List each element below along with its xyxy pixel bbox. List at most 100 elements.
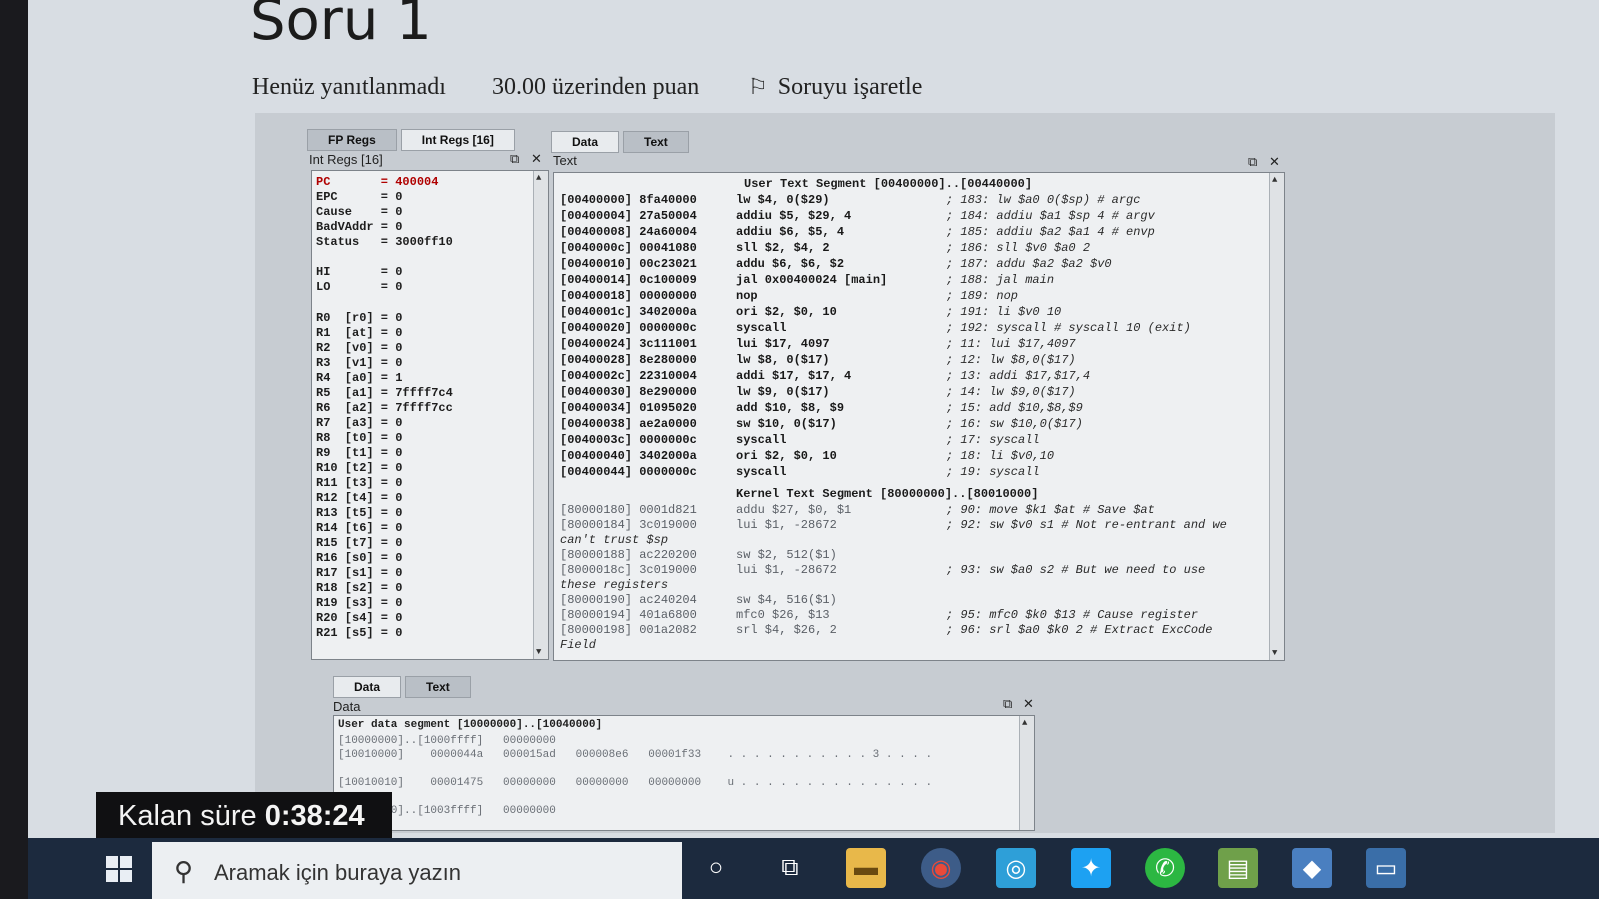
flag-question-label: Soruyu işaretle — [777, 74, 923, 100]
tab-text[interactable]: Text — [623, 131, 689, 153]
text-caption: Text — [553, 153, 577, 168]
tab-int-regs[interactable]: Int Regs [16] — [400, 129, 515, 151]
twitter-icon[interactable]: ✦ — [1071, 848, 1111, 888]
code-address: [00400030] 8e290000 — [560, 385, 697, 399]
register-row: R6 [a2] = 7ffff7cc — [316, 401, 453, 415]
code-row: can't trust $sp — [560, 533, 668, 549]
code-row: [0040002c] 22310004 addi $17, $17, 4 ; 13:… — [560, 369, 1090, 385]
whatsapp-icon[interactable]: ✆ — [1145, 848, 1185, 888]
package-icon[interactable]: ◆ — [1292, 848, 1332, 888]
code-comment: ; 192: syscall # syscall 10 (exit) — [946, 321, 1191, 335]
code-instruction: sll $2, $4, 2 — [736, 241, 830, 255]
scroll-down-arrow-icon[interactable]: ▼ — [1272, 648, 1277, 658]
scroll-up-arrow-icon[interactable]: ▲ — [1022, 718, 1027, 728]
scroll-down-arrow-icon[interactable]: ▼ — [536, 647, 541, 657]
code-comment: ; 18: li $v0,10 — [946, 449, 1055, 463]
code-row: [0040000c] 00041080 sll $2, $4, 2 ; 186: s… — [560, 241, 1090, 257]
register-row: LO = 0 — [316, 280, 403, 294]
notepad-icon[interactable]: ▤ — [1218, 848, 1258, 888]
user-text-segment-title: User Text Segment [00400000]..[00440000] — [744, 177, 1033, 191]
register-row: R16 [s0] = 0 — [316, 551, 403, 565]
windows-start-icon[interactable] — [106, 856, 132, 882]
code-row: [00400010] 00c23021 addu $6, $6, $2 ; 187:… — [560, 257, 1112, 273]
code-row: [0040003c] 0000000c syscall ; 17: syscall — [560, 433, 1040, 449]
cortana-icon[interactable]: ○ — [696, 848, 736, 888]
app-icon[interactable]: ◎ — [996, 848, 1036, 888]
tab-fp-regs[interactable]: FP Regs — [307, 129, 397, 151]
screen-bezel — [0, 0, 28, 899]
code-row: [00400018] 00000000 nop ; 189: nop — [560, 289, 1018, 305]
restore-icon[interactable]: ⧉ — [1248, 154, 1257, 170]
code-instruction: addi $17, $17, 4 — [736, 369, 852, 383]
close-icon[interactable]: ✕ — [1023, 696, 1034, 712]
close-icon[interactable]: ✕ — [531, 151, 542, 167]
tab-text[interactable]: Text — [405, 676, 471, 698]
timer-label: Kalan süre — [118, 800, 257, 832]
code-address: [80000198] 001a2082 — [560, 623, 697, 637]
window-icon[interactable]: ▭ — [1366, 848, 1406, 888]
data-scrollbar[interactable]: ▲ — [1019, 716, 1034, 830]
registers-caption: Int Regs [16] — [309, 152, 383, 167]
code-instruction: ori $2, $0, 10 — [736, 305, 837, 319]
code-comment: ; 184: addiu $a1 $sp 4 # argv — [946, 209, 1155, 223]
spim-screenshot: FP Regs Int Regs [16] Int Regs [16] ⧉ ✕ … — [255, 113, 1555, 833]
code-instruction: lui $17, 4097 — [736, 337, 830, 351]
register-row: R14 [t6] = 0 — [316, 521, 403, 535]
scroll-up-arrow-icon[interactable]: ▲ — [536, 173, 541, 183]
tab-data[interactable]: Data — [551, 131, 620, 153]
flag-question-link[interactable]: ⚐ Soruyu işaretle — [748, 74, 922, 101]
register-row: R15 [t7] = 0 — [316, 536, 403, 550]
code-instruction: addu $27, $0, $1 — [736, 503, 852, 517]
restore-icon[interactable]: ⧉ — [1003, 696, 1012, 712]
code-address: [00400018] 00000000 — [560, 289, 697, 303]
code-row: [80000198] 001a2082 srl $4, $26, 2 ; 96: s… — [560, 623, 1212, 639]
file-explorer-icon[interactable]: ▬ — [846, 848, 886, 888]
register-row: R8 [t0] = 0 — [316, 431, 403, 445]
code-row: [00400030] 8e290000 lw $9, 0($17) ; 14: lw… — [560, 385, 1076, 401]
register-row: R12 [t4] = 0 — [316, 491, 403, 505]
register-row: R3 [v1] = 0 — [316, 356, 403, 370]
code-row: [00400044] 0000000c syscall ; 19: syscall — [560, 465, 1040, 481]
registers-panel[interactable]: PC = 400004 EPC = 0 Cause = 0 BadVAddr =… — [311, 170, 549, 660]
text-segment-panel[interactable]: User Text Segment [00400000]..[00440000]… — [553, 172, 1285, 661]
code-instruction: lui $1, -28672 — [736, 518, 837, 532]
code-comment: ; 93: sw $a0 s2 # But we need to use — [946, 563, 1206, 577]
data-segment-panel[interactable]: User data segment [10000000]..[10040000]… — [333, 715, 1035, 831]
code-address: [00400028] 8e280000 — [560, 353, 697, 367]
code-address: [00400008] 24a60004 — [560, 225, 697, 239]
code-comment: ; 95: mfc0 $k0 $13 # Cause register — [946, 608, 1199, 622]
chrome-icon[interactable]: ◉ — [921, 848, 961, 888]
close-icon[interactable]: ✕ — [1269, 154, 1280, 170]
code-address: [80000190] ac240204 — [560, 593, 697, 607]
register-row: R17 [s1] = 0 — [316, 566, 403, 580]
timer-value: 0:38:24 — [264, 800, 365, 832]
code-comment: ; 12: lw $8,0($17) — [946, 353, 1076, 367]
registers-scrollbar[interactable]: ▲ ▼ — [533, 171, 548, 659]
restore-icon[interactable]: ⧉ — [510, 151, 519, 167]
question-points: 30.00 üzerinden puan — [492, 74, 700, 100]
taskbar-search[interactable]: ⚲ Aramak için buraya yazın — [152, 842, 682, 899]
code-row: [00400004] 27a50004 addiu $5, $29, 4 ; 184… — [560, 209, 1155, 225]
register-row: R4 [a0] = 1 — [316, 371, 403, 385]
remaining-time: Kalan süre 0:38:24 — [96, 792, 392, 840]
code-address: [80000180] 0001d821 — [560, 503, 697, 517]
task-view-icon[interactable]: ⧉ — [770, 848, 810, 888]
code-comment: can't trust $sp — [560, 533, 669, 547]
code-row: [00400020] 0000000c syscall ; 192: syscall… — [560, 321, 1191, 337]
text-scrollbar[interactable]: ▲ ▼ — [1269, 173, 1284, 660]
code-address: [00400004] 27a50004 — [560, 209, 697, 223]
register-row: R20 [s4] = 0 — [316, 611, 403, 625]
scroll-up-arrow-icon[interactable]: ▲ — [1272, 175, 1277, 185]
tab-data[interactable]: Data — [333, 676, 402, 698]
code-comment: ; 19: syscall — [946, 465, 1040, 479]
code-comment: ; 14: lw $9,0($17) — [946, 385, 1076, 399]
code-instruction: jal 0x00400024 [main] — [736, 273, 888, 287]
register-row: R2 [v0] = 0 — [316, 341, 403, 355]
code-row: [00400024] 3c111001 lui $17, 4097 ; 11: lu… — [560, 337, 1076, 353]
code-address: [0040001c] 3402000a — [560, 305, 697, 319]
code-instruction: ori $2, $0, 10 — [736, 449, 837, 463]
code-comment: ; 186: sll $v0 $a0 2 — [946, 241, 1091, 255]
data-row: [10010000] 0000044a 000015ad 000008e6 00… — [338, 749, 933, 761]
windows-taskbar: ⚲ Aramak için buraya yazın ○ ⧉ ▬ ◉ ◎ ✦ ✆… — [28, 838, 1599, 899]
register-row: R1 [at] = 0 — [316, 326, 403, 340]
